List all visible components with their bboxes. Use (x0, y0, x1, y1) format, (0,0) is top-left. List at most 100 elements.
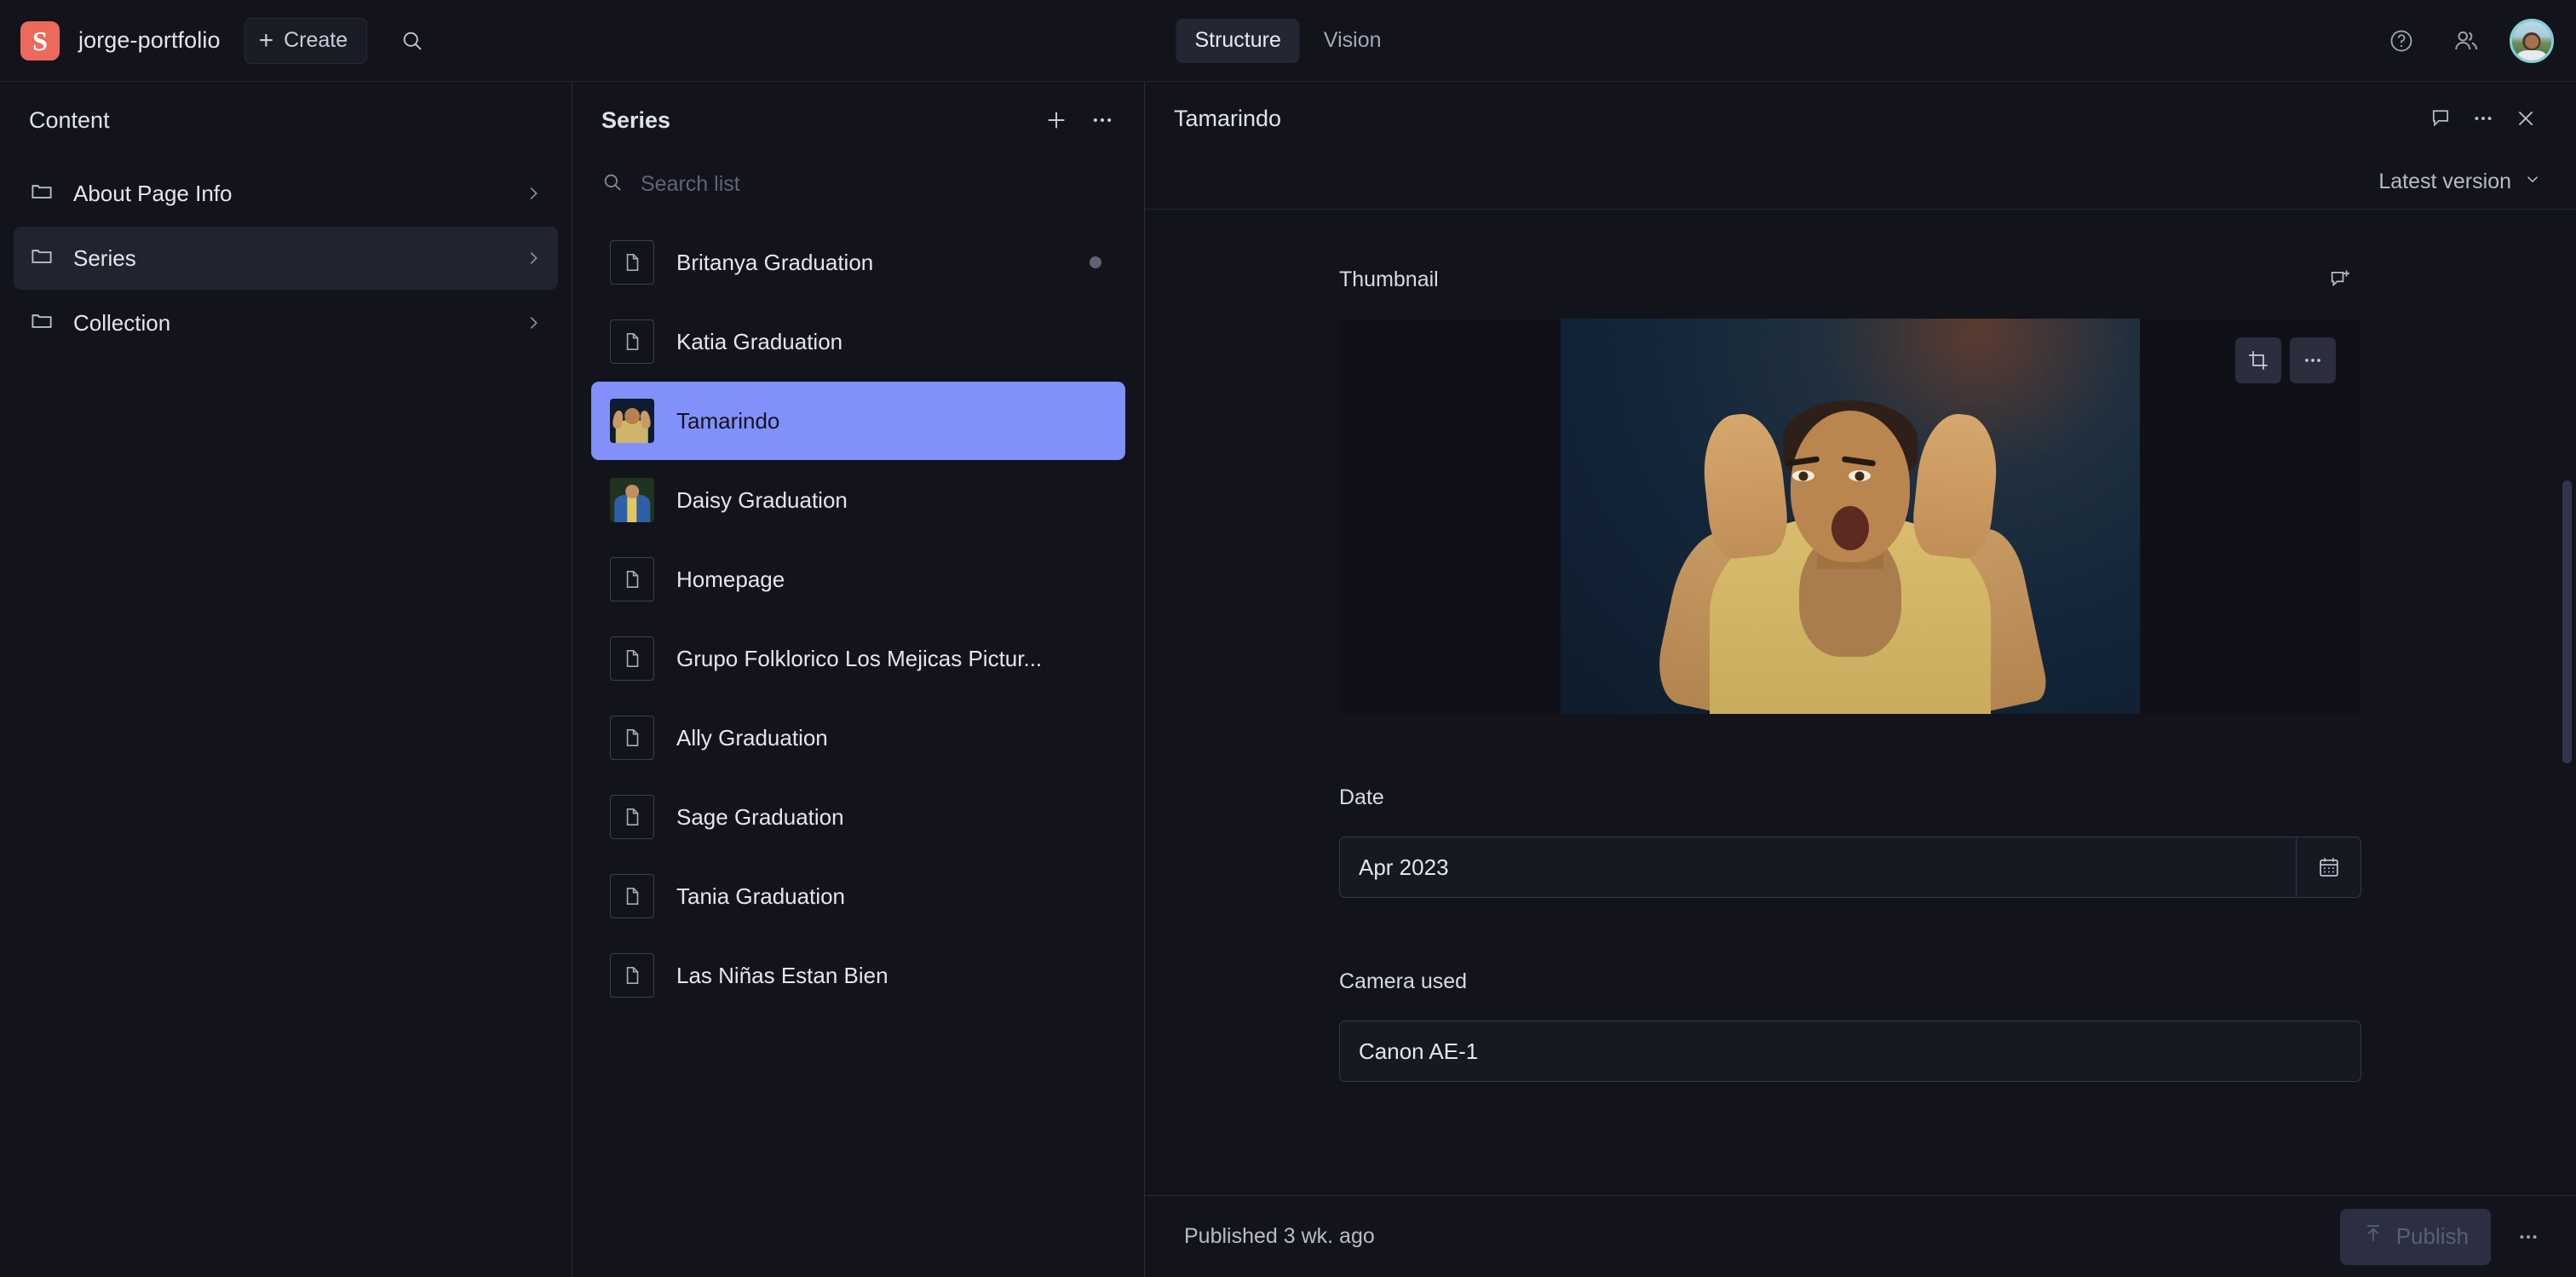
sidebar-item-about-page-info[interactable]: About Page Info (14, 162, 558, 225)
workspace-tabs: Structure Vision (1176, 18, 1400, 63)
navbar-right (2380, 18, 2576, 63)
document-scrollbar[interactable] (2562, 480, 2572, 763)
document-more-options-icon[interactable] (2462, 97, 2504, 140)
list-item[interactable]: Ally Graduation (591, 699, 1125, 777)
content-nav-list: About Page Info Series Collection (0, 152, 572, 354)
calendar-icon[interactable] (2296, 837, 2360, 897)
list-item-label: Tamarindo (676, 407, 780, 434)
file-icon (610, 636, 654, 681)
list-item[interactable]: Britanya Graduation (591, 223, 1125, 302)
field-label-camera-used: Camera used (1339, 969, 1468, 993)
navbar-left: S jorge-portfolio + Create (0, 17, 435, 64)
list-item[interactable]: Grupo Folklorico Los Mejicas Pictur... (591, 619, 1125, 698)
camera-used-input[interactable] (1340, 1021, 2360, 1081)
document-thumbnail (610, 478, 654, 522)
list-item[interactable]: Tania Graduation (591, 857, 1125, 935)
list-more-options-icon[interactable] (1079, 97, 1125, 143)
field-label-thumbnail: Thumbnail (1339, 267, 1439, 291)
list-item-label: Tania Graduation (676, 883, 846, 909)
list-pane-header: Series (572, 89, 1144, 152)
version-label: Latest version (2378, 169, 2511, 193)
top-navbar: S jorge-portfolio + Create Structure Vis… (0, 0, 2576, 82)
document-form: Thumbnail Date Apr 2023 Camera used Cano… (1145, 210, 2576, 1195)
document-pane: Tamarindo Latest version Thumbnail Date … (1145, 82, 2576, 1277)
list-search-row (572, 152, 1144, 216)
publish-upload-icon (2362, 1222, 2384, 1251)
create-button[interactable]: + Create (244, 17, 368, 64)
list-item-label: Britanya Graduation (676, 249, 874, 275)
create-button-label: Create (284, 28, 348, 52)
close-icon[interactable] (2504, 97, 2547, 140)
list-item-label: Homepage (676, 566, 785, 592)
list-item-label: Grupo Folklorico Los Mejicas Pictur... (676, 645, 1043, 671)
help-circle-icon[interactable] (2380, 20, 2423, 62)
document-thumbnail (610, 399, 654, 443)
image-toolbar (2235, 337, 2336, 383)
file-icon (610, 716, 654, 760)
project-title[interactable]: jorge-portfolio (78, 27, 221, 54)
list-item-label: Las Niñas Estan Bien (676, 962, 888, 988)
studio-app: S jorge-portfolio + Create Structure Vis… (0, 0, 2576, 1277)
tab-structure[interactable]: Structure (1176, 18, 1300, 63)
file-icon (610, 557, 654, 601)
file-icon (610, 795, 654, 839)
publish-status: Published 3 wk. ago (1184, 1224, 1375, 1248)
chevron-right-icon (524, 184, 543, 203)
field-label-date: Date (1339, 785, 1384, 809)
publish-button-label: Publish (2395, 1223, 2469, 1249)
search-icon[interactable] (389, 18, 435, 64)
list-item[interactable]: Sage Graduation (591, 778, 1125, 856)
plus-icon[interactable] (1033, 97, 1079, 143)
tab-vision-label: Vision (1323, 28, 1382, 52)
file-icon (610, 953, 654, 998)
document-footer: Published 3 wk. ago Publish (1145, 1195, 2576, 1277)
list-item[interactable]: Katia Graduation (591, 302, 1125, 381)
document-header: Tamarindo Latest version (1145, 82, 2576, 210)
image-more-options-icon[interactable] (2290, 337, 2336, 383)
chevron-right-icon (524, 313, 543, 332)
folder-icon (29, 308, 55, 338)
sanity-logo[interactable]: S (20, 20, 60, 60)
version-selector[interactable]: Latest version (2373, 163, 2547, 201)
content-pane: Content About Page Info Series Collectio… (0, 82, 572, 1277)
list-item-label: Katia Graduation (676, 328, 843, 354)
tab-vision[interactable]: Vision (1305, 19, 1400, 63)
document-list: Britanya Graduation Katia Graduation Tam… (572, 223, 1144, 1277)
folder-icon (29, 244, 55, 273)
file-icon (610, 319, 654, 364)
sidebar-item-collection[interactable]: Collection (14, 291, 558, 354)
list-item-tamarindo[interactable]: Tamarindo (591, 382, 1125, 460)
list-item-label: Daisy Graduation (676, 486, 848, 513)
camera-input-shell (1339, 1021, 2361, 1082)
logo-letter: S (32, 25, 48, 56)
thumbnail-image (1561, 319, 2140, 714)
users-icon[interactable] (2445, 20, 2487, 62)
crop-icon[interactable] (2235, 337, 2281, 383)
search-input[interactable] (641, 171, 1115, 197)
sidebar-item-series[interactable]: Series (14, 227, 558, 290)
page-title: Tamarindo (1174, 105, 1282, 131)
sidebar-item-label: Series (73, 244, 136, 271)
user-avatar[interactable] (2510, 18, 2554, 63)
list-item[interactable]: Homepage (591, 540, 1125, 618)
chevron-right-icon (524, 249, 543, 267)
camera-field: Camera used (1339, 964, 2361, 1082)
document-list-pane: Series Search list Britanya Graduation K… (572, 82, 1145, 1277)
list-item-label: Ally Graduation (676, 724, 828, 751)
list-item[interactable]: Daisy Graduation (591, 461, 1125, 539)
footer-more-options-icon[interactable] (2504, 1213, 2552, 1261)
date-input-shell (1339, 837, 2361, 898)
list-item-label: Sage Graduation (676, 803, 844, 830)
thumbnail-preview[interactable] (1339, 319, 2361, 714)
date-input[interactable] (1340, 837, 2296, 897)
search-icon (601, 171, 624, 198)
publish-button[interactable]: Publish (2339, 1208, 2491, 1265)
chevron-down-icon (2523, 170, 2542, 194)
sidebar-item-label: About Page Info (73, 180, 233, 206)
main-area: Content About Page Info Series Collectio… (0, 82, 2576, 1277)
add-comment-icon[interactable] (2319, 258, 2361, 301)
comment-icon[interactable] (2419, 97, 2462, 140)
file-icon (610, 240, 654, 285)
date-field: Date (1339, 780, 2361, 898)
list-item[interactable]: Las Niñas Estan Bien (591, 936, 1125, 1015)
